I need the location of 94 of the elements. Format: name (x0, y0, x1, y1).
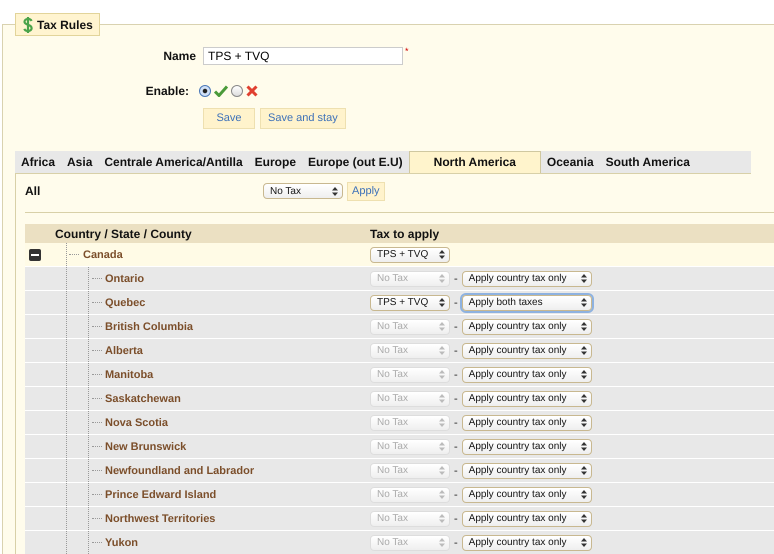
tree-connector (92, 518, 102, 519)
tree-connector (69, 254, 79, 255)
collapse-icon[interactable] (29, 248, 41, 260)
tax-dropdown[interactable]: No Tax (263, 183, 343, 199)
region-tab[interactable]: North America (408, 151, 541, 173)
separator-dash: - (454, 488, 458, 500)
separator-dash: - (454, 296, 458, 308)
region-tab[interactable]: Europe (248, 151, 302, 173)
dropdown-arrows-icon (580, 370, 587, 379)
tree-connector (92, 302, 102, 303)
separator-dash: - (454, 392, 458, 404)
dropdown-arrows-icon (580, 322, 587, 331)
province-name: Ontario (105, 272, 144, 284)
dollar-icon (23, 16, 33, 32)
dropdown-arrows-icon (580, 346, 587, 355)
table-row[interactable]: Quebec TPS + TVQ - Apply both taxes (25, 291, 774, 315)
tree-connector (92, 350, 102, 351)
dropdown-arrows-icon (439, 418, 445, 427)
dropdown-arrows-icon (439, 514, 445, 523)
dropdown-arrows-icon (580, 466, 587, 475)
dropdown-arrows-icon (439, 394, 445, 403)
separator-dash: - (454, 512, 458, 524)
dropdown-arrows-icon (580, 298, 587, 307)
region-tab[interactable]: Asia (61, 151, 98, 173)
province-name: Manitoba (105, 368, 154, 380)
dropdown-arrows-icon (439, 346, 445, 355)
dropdown-arrows-icon (580, 538, 587, 547)
required-mark: * (405, 46, 409, 56)
tree-connector (92, 398, 102, 399)
province-name: Quebec (105, 296, 146, 308)
province-name: Newfoundland and Labrador (105, 464, 254, 476)
separator-dash: - (454, 464, 458, 476)
dropdown-arrows-icon (439, 274, 445, 283)
all-label: All (25, 184, 42, 198)
province-name: Nova Scotia (105, 416, 168, 428)
province-name: British Columbia (105, 320, 194, 332)
province-name: New Brunswick (105, 440, 186, 452)
dropdown-arrows-icon (439, 322, 445, 331)
dropdown-arrows-icon (580, 274, 587, 283)
enable-label: Enable: (144, 84, 190, 98)
region-tab[interactable]: South America (600, 151, 696, 173)
tree-connector (92, 374, 102, 375)
column-header: Tax to apply (370, 226, 440, 240)
separator-dash: - (454, 440, 458, 452)
save-and-stay-button[interactable]: Save and stay (260, 108, 346, 128)
province-name: Alberta (105, 344, 143, 356)
tree-connector (92, 470, 102, 471)
province-name: Northwest Territories (105, 512, 216, 524)
dropdown-arrows-icon (439, 370, 445, 379)
dropdown-arrows-icon (580, 514, 587, 523)
dropdown-arrows-icon (439, 466, 445, 475)
tax-dropdown[interactable]: TPS + TVQ (370, 294, 450, 310)
separator-dash: - (454, 416, 458, 428)
tree-connector (92, 278, 102, 279)
cross-icon (246, 85, 258, 97)
dropdown-arrows-icon (580, 442, 587, 451)
dropdown-arrows-icon (580, 394, 587, 403)
save-button[interactable]: Save (203, 108, 255, 128)
tax-dropdown[interactable]: TPS + TVQ (370, 246, 450, 262)
dropdown-arrows-icon (332, 186, 338, 196)
dropdown-arrows-icon (439, 538, 445, 547)
region-tab[interactable]: Centrale America/Antilla (98, 151, 249, 173)
province-name: Prince Edward Island (105, 488, 216, 500)
separator-dash: - (454, 368, 458, 380)
region-tab[interactable]: Europe (out E.U) (302, 151, 409, 173)
region-tab[interactable]: Oceania (540, 151, 600, 173)
name-label: Name (162, 48, 197, 62)
tree-connector (92, 494, 102, 495)
province-name: Yukon (105, 536, 138, 548)
dropdown-arrows-icon (439, 490, 445, 499)
separator-dash: - (454, 320, 458, 332)
dropdown-arrows-icon (580, 490, 587, 499)
behavior-dropdown[interactable]: Apply both taxes (462, 294, 592, 310)
apply-button[interactable]: Apply (347, 182, 385, 200)
legend-title: Tax Rules (37, 18, 93, 32)
country-name: Canada (83, 248, 123, 260)
tree-connector (92, 542, 102, 543)
dropdown-arrows-icon (439, 298, 445, 307)
dropdown-arrows-icon (439, 250, 445, 259)
dropdown-arrows-icon (580, 418, 587, 427)
dropdown-arrows-icon (439, 442, 445, 451)
province-name: Saskatchewan (105, 392, 181, 404)
separator-dash: - (454, 536, 458, 548)
tree-connector (92, 446, 102, 447)
enable-yes-radio[interactable] (199, 85, 211, 97)
checkmark-icon (214, 85, 228, 97)
tree-connector (92, 422, 102, 423)
name-field[interactable]: TPS + TVQ (203, 46, 403, 64)
tree-connector (92, 326, 102, 327)
region-tab[interactable]: Africa (15, 151, 62, 173)
separator-dash: - (454, 344, 458, 356)
separator-dash: - (454, 272, 458, 284)
enable-no-radio[interactable] (231, 85, 243, 97)
column-header: Country / State / County (54, 226, 193, 240)
